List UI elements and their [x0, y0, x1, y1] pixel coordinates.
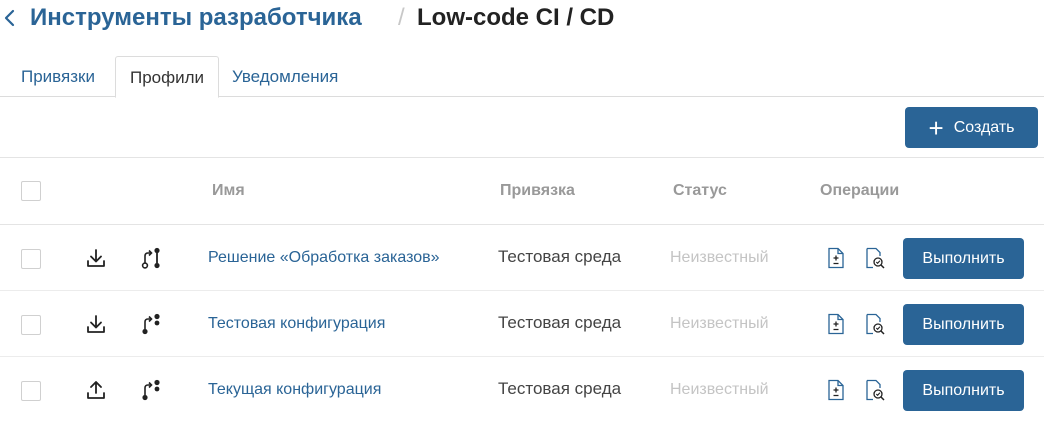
git-branch-icon [141, 247, 160, 269]
document-search-icon[interactable] [864, 379, 886, 401]
tab-bar: Привязки Профили Уведомления [0, 56, 1044, 98]
column-header-status[interactable]: Статус [673, 182, 727, 200]
profile-name-link[interactable]: Решение «Обработка заказов» [208, 249, 440, 267]
row-checkbox[interactable] [21, 249, 41, 269]
row-checkbox[interactable] [21, 381, 41, 401]
profiles-table: Имя Привязка Статус Операции Решение «Об… [0, 157, 1044, 422]
table-row: Решение «Обработка заказов» Тестовая сре… [0, 225, 1044, 291]
document-search-icon[interactable] [864, 247, 886, 269]
run-button[interactable]: Выполнить [903, 238, 1024, 279]
document-search-icon[interactable] [864, 313, 886, 335]
diff-document-icon[interactable] [826, 313, 846, 335]
profile-name-link[interactable]: Тестовая конфигурация [208, 315, 385, 333]
diff-document-icon[interactable] [826, 379, 846, 401]
page-header: Инструменты разработчика / Low-code CI /… [0, 0, 1044, 38]
tab-bindings[interactable]: Привязки [21, 56, 95, 97]
row-checkbox[interactable] [21, 315, 41, 335]
binding-value: Тестовая среда [498, 313, 622, 332]
tab-profiles[interactable]: Профили [115, 56, 219, 98]
page-title: Low-code CI / CD [417, 4, 615, 31]
git-merge-icon [142, 313, 160, 335]
create-button[interactable]: + Создать [905, 107, 1038, 148]
download-icon [87, 249, 105, 267]
table-row: Текущая конфигурация Тестовая среда Неиз… [0, 357, 1044, 422]
status-value: Неизвестный [670, 381, 769, 398]
profile-name-link[interactable]: Текущая конфигурация [208, 381, 381, 399]
download-icon [87, 315, 105, 333]
status-value: Неизвестный [670, 315, 769, 332]
table-header: Имя Привязка Статус Операции [0, 157, 1044, 225]
binding-value: Тестовая среда [498, 379, 622, 398]
breadcrumb-parent-link[interactable]: Инструменты разработчика [30, 4, 362, 32]
diff-document-icon[interactable] [826, 247, 846, 269]
plus-icon: + [928, 112, 944, 143]
create-button-label: Создать [953, 118, 1015, 136]
status-value: Неизвестный [670, 249, 769, 266]
upload-icon [87, 381, 105, 399]
select-all-checkbox[interactable] [21, 181, 41, 201]
binding-value: Тестовая среда [498, 247, 622, 266]
column-header-operations: Операции [820, 182, 900, 199]
chevron-left-icon[interactable] [2, 7, 18, 29]
run-button[interactable]: Выполнить [903, 304, 1024, 345]
breadcrumb-separator: / [398, 4, 405, 31]
column-header-name[interactable]: Имя [212, 182, 245, 200]
git-merge-icon [142, 379, 160, 401]
table-row: Тестовая конфигурация Тестовая среда Неи… [0, 291, 1044, 357]
tab-notifications[interactable]: Уведомления [232, 56, 338, 97]
run-button[interactable]: Выполнить [903, 370, 1024, 411]
column-header-binding[interactable]: Привязка [500, 182, 575, 200]
